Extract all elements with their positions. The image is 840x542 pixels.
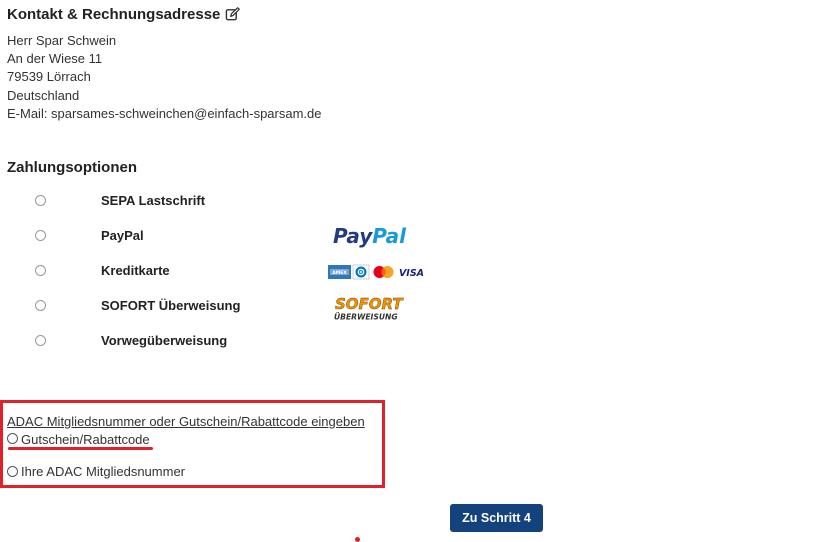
prepayment-label: Vorwegüberweisung (101, 333, 228, 348)
voucher-code-label[interactable]: Gutschein/Rabattcode (21, 432, 150, 447)
address-email: E-Mail: sparsames-schweinchen@einfach-sp… (7, 105, 322, 121)
diners-logo: D (352, 264, 370, 280)
edit-icon[interactable] (225, 7, 241, 22)
sepa-radio[interactable] (35, 195, 46, 206)
adac-number-label[interactable]: Ihre ADAC Mitgliedsnummer (21, 464, 185, 479)
paypal-label: PayPal (101, 228, 144, 243)
prepayment-radio[interactable] (35, 335, 46, 346)
paypal-radio[interactable] (35, 230, 46, 241)
sofort-radio[interactable] (35, 300, 46, 311)
contact-title-text: Kontakt & Rechnungsadresse (7, 6, 221, 23)
voucher-code-highlight-underline (8, 447, 153, 450)
sofort-logo: SOFORT ÜBERWEISUNG (334, 295, 405, 322)
svg-text:ÜBERWEISUNG: ÜBERWEISUNG (334, 313, 398, 322)
voucher-code-radio[interactable] (7, 433, 18, 444)
contact-section-title: Kontakt & Rechnungsadresse (7, 6, 241, 23)
payment-option-sofort[interactable]: SOFORT Überweisung (0, 295, 500, 319)
svg-text:PayPal: PayPal (333, 224, 407, 248)
sepa-label: SEPA Lastschrift (101, 193, 206, 208)
visa-logo: VISA (398, 265, 425, 279)
voucher-toggle-link[interactable]: ADAC Mitgliedsnummer oder Gutschein/Raba… (7, 414, 365, 429)
address-name: Herr Spar Schwein (7, 33, 117, 48)
amex-logo: AMEX (328, 265, 351, 279)
creditcard-label: Kreditkarte (101, 263, 170, 278)
svg-text:SOFORT: SOFORT (335, 295, 404, 313)
svg-text:AMEX: AMEX (332, 270, 347, 276)
creditcard-radio[interactable] (35, 265, 46, 276)
payment-section-title: Zahlungsoptionen (7, 159, 137, 176)
svg-text:D: D (359, 270, 364, 276)
adac-number-radio[interactable] (7, 466, 18, 477)
contact-address: Herr Spar Schwein An der Wiese 11 79539 … (7, 32, 322, 123)
address-street: An der Wiese 11 (7, 51, 103, 67)
red-marker-dot (355, 537, 360, 542)
payment-option-sepa[interactable]: SEPA Lastschrift (0, 190, 500, 214)
payment-option-prepayment[interactable]: Vorwegüberweisung (0, 330, 500, 354)
mastercard-logo (371, 265, 396, 279)
next-step-button[interactable]: Zu Schritt 4 (450, 504, 543, 532)
payment-option-paypal[interactable]: PayPal (0, 225, 500, 249)
svg-text:VISA: VISA (399, 268, 424, 279)
sofort-label: SOFORT Überweisung (101, 298, 241, 313)
credit-card-logos: AMEX D VISA (328, 264, 425, 280)
paypal-logo: PayPal (333, 224, 407, 248)
address-city: 79539 Lörrach (7, 69, 91, 85)
address-country: Deutschland (7, 87, 80, 103)
